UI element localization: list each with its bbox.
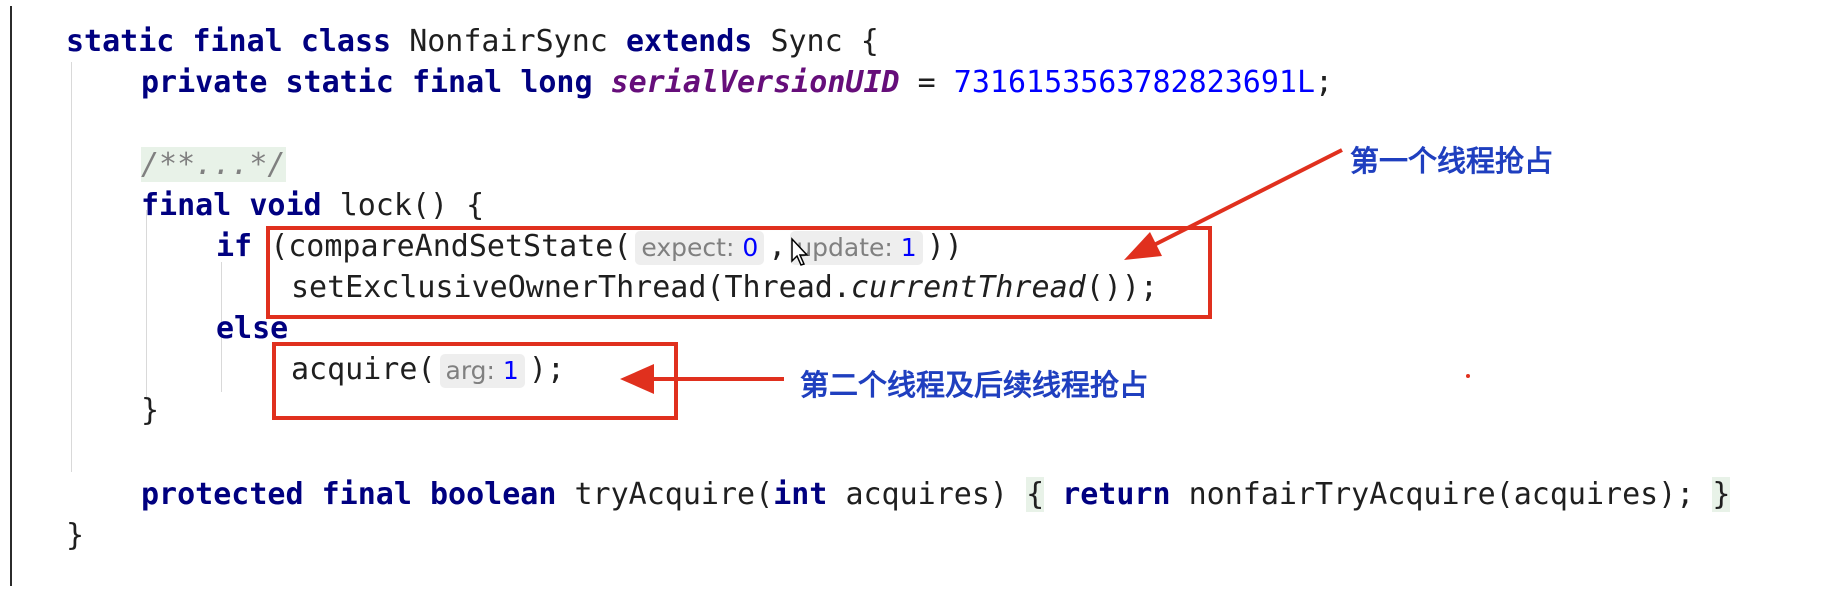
arrow-first-thread [1124,148,1343,260]
mouse-cursor-icon [791,237,809,266]
stray-dot [1466,374,1470,378]
callout-arrows [620,148,1343,394]
arrow-second-thread [620,364,784,394]
